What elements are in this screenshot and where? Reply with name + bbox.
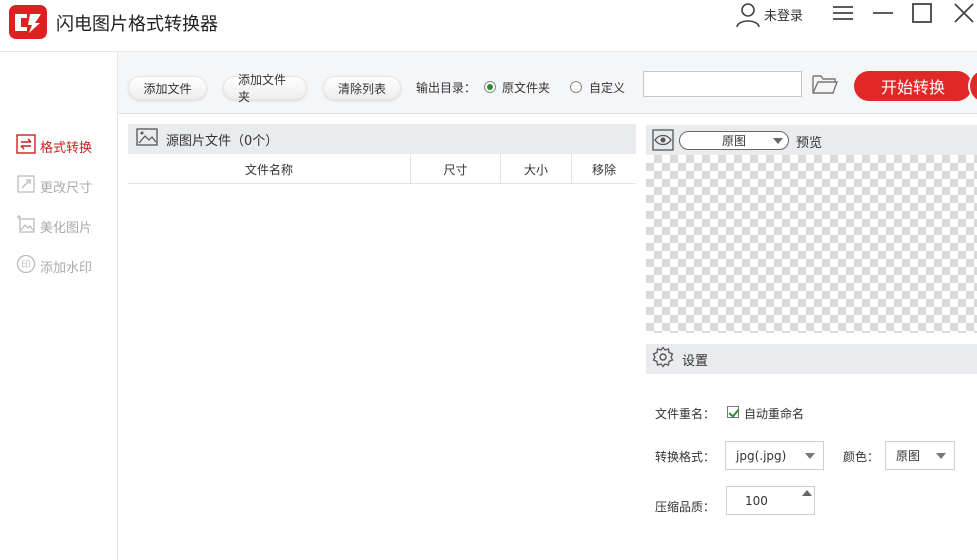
eye-icon (652, 129, 674, 154)
column-remove[interactable]: 移除 (572, 154, 636, 184)
format-value: jpg(.jpg) (736, 448, 787, 463)
stepper-up-icon[interactable] (802, 490, 812, 496)
file-list-panel: 源图片文件（0个） 文件名称 尺寸 大小 移除 (128, 124, 636, 560)
preview-mode-value: 原图 (721, 134, 746, 148)
file-list-title: 源图片文件（0个） (166, 133, 279, 149)
folder-open-icon[interactable] (811, 72, 839, 99)
sidebar-item-label: 添加水印 (40, 260, 93, 276)
toolbar: 添加文件 添加文件夹 清除列表 输出目录： 原文件夹 自定义 开始转换 (118, 52, 977, 114)
chevron-down-icon (805, 453, 815, 459)
start-convert-button[interactable]: 开始转换 (854, 71, 972, 101)
add-file-button[interactable]: 添加文件 (128, 76, 207, 100)
sidebar-item-format-convert[interactable]: 格式转换 (16, 134, 93, 158)
gear-icon (652, 346, 674, 372)
settings-header: 设置 (646, 344, 977, 374)
app-title: 闪电图片格式转换器 (56, 14, 218, 35)
chevron-down-icon (773, 138, 783, 144)
add-folder-button[interactable]: 添加文件夹 (223, 73, 307, 104)
radio-original-label[interactable]: 原文件夹 (502, 79, 550, 96)
quality-label: 压缩品质： (655, 500, 716, 514)
sidebar-item-watermark[interactable]: 印 添加水印 (16, 254, 93, 278)
maximize-icon[interactable] (911, 2, 933, 27)
radio-original-folder[interactable] (484, 81, 496, 93)
quality-value: 100 (745, 493, 768, 508)
start-options-button[interactable] (968, 71, 977, 101)
color-value: 原图 (896, 449, 921, 463)
resize-icon (16, 174, 36, 198)
settings-body: 文件重名： 自动重命名 转换格式： jpg(.jpg) 颜色： 原图 压缩品质：… (646, 374, 977, 560)
auto-rename-checkbox[interactable] (727, 406, 739, 418)
chevron-down-icon (936, 453, 946, 459)
close-icon[interactable] (953, 2, 975, 27)
clear-list-button[interactable]: 清除列表 (323, 76, 401, 100)
menu-icon[interactable] (832, 2, 854, 27)
sidebar-item-label: 美化图片 (40, 220, 93, 236)
auto-rename-label[interactable]: 自动重命名 (744, 405, 804, 422)
radio-custom-folder[interactable] (570, 81, 582, 93)
color-label: 颜色： (843, 450, 880, 464)
settings-title: 设置 (682, 353, 709, 369)
sidebar-item-beautify[interactable]: 美化图片 (16, 215, 92, 237)
format-select[interactable]: jpg(.jpg) (725, 441, 824, 470)
preview-mode-select[interactable]: 原图 (679, 131, 789, 150)
table-header: 文件名称 尺寸 大小 移除 (128, 154, 636, 184)
title-bar: 闪电图片格式转换器 未登录 (0, 0, 977, 52)
image-icon (136, 128, 158, 150)
preview-header: 原图 预览 (646, 125, 977, 155)
beautify-icon (16, 214, 36, 238)
preview-label: 预览 (796, 136, 823, 151)
minimize-icon[interactable] (872, 2, 894, 27)
radio-custom-label[interactable]: 自定义 (589, 79, 625, 96)
column-size[interactable]: 大小 (501, 154, 572, 184)
user-icon[interactable] (735, 2, 761, 31)
color-select[interactable]: 原图 (885, 441, 955, 470)
sidebar: 格式转换 更改尺寸 美化图片 印 添加水印 (0, 52, 118, 560)
svg-text:印: 印 (21, 259, 30, 271)
login-status[interactable]: 未登录 (764, 5, 803, 24)
rename-label: 文件重名： (655, 407, 716, 421)
sidebar-item-resize[interactable]: 更改尺寸 (16, 175, 92, 197)
convert-icon (16, 134, 36, 158)
sidebar-item-label: 格式转换 (40, 140, 93, 156)
sidebar-item-label: 更改尺寸 (40, 180, 93, 196)
file-list-header: 源图片文件（0个） (128, 124, 636, 154)
column-file-name[interactable]: 文件名称 (128, 154, 411, 184)
column-dimensions[interactable]: 尺寸 (411, 154, 501, 184)
watermark-icon: 印 (16, 254, 36, 278)
output-dir-label: 输出目录： (416, 81, 477, 95)
output-path-input[interactable] (643, 71, 802, 97)
format-label: 转换格式： (655, 450, 716, 464)
preview-canvas (646, 155, 977, 333)
app-logo (9, 5, 47, 39)
